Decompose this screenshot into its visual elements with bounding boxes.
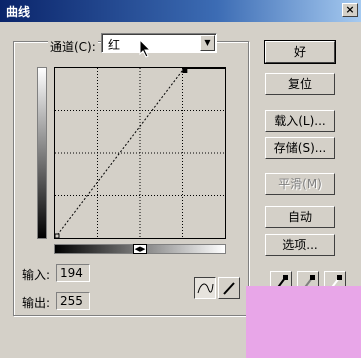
title-bar[interactable]: 曲线 × <box>0 0 361 22</box>
pencil-icon <box>223 282 235 295</box>
input-value-field[interactable]: 194 <box>56 264 90 282</box>
curve-point-start[interactable] <box>55 233 60 238</box>
channel-select[interactable]: 红 ▼ <box>101 33 217 53</box>
output-gradient-bar <box>37 67 47 239</box>
pencil-tool-button[interactable] <box>218 277 240 299</box>
grid-lines <box>55 68 225 238</box>
load-button[interactable]: 载入(L)... <box>265 110 335 132</box>
curve-point-end[interactable] <box>182 68 188 73</box>
channel-value: 红 <box>108 38 121 52</box>
output-value-field[interactable]: 255 <box>56 292 90 310</box>
smooth-button[interactable]: 平滑(M) <box>265 173 335 195</box>
curve-tool-button[interactable] <box>194 277 216 299</box>
reset-button[interactable]: 复位 <box>265 73 335 95</box>
options-button[interactable]: 选项... <box>265 234 335 256</box>
ok-button[interactable]: 好 <box>264 40 336 64</box>
auto-button[interactable]: 自动 <box>265 206 335 228</box>
close-button[interactable]: × <box>342 3 358 17</box>
curve-svg <box>55 68 225 238</box>
curve-graph[interactable] <box>54 67 226 239</box>
output-label: 输出: <box>22 296 51 310</box>
mouse-cursor-icon <box>139 39 152 58</box>
save-button[interactable]: 存储(S)... <box>265 137 335 159</box>
watermark-overlay <box>246 286 361 358</box>
curve-line <box>55 68 185 238</box>
window-title: 曲线 <box>6 5 31 19</box>
channel-label: 通道(C): <box>48 38 98 55</box>
chevron-down-icon[interactable]: ▼ <box>200 35 215 51</box>
curve-icon <box>197 283 214 294</box>
input-label: 输入: <box>22 268 51 282</box>
gradient-toggle-button[interactable]: ◀▶ <box>133 244 147 254</box>
